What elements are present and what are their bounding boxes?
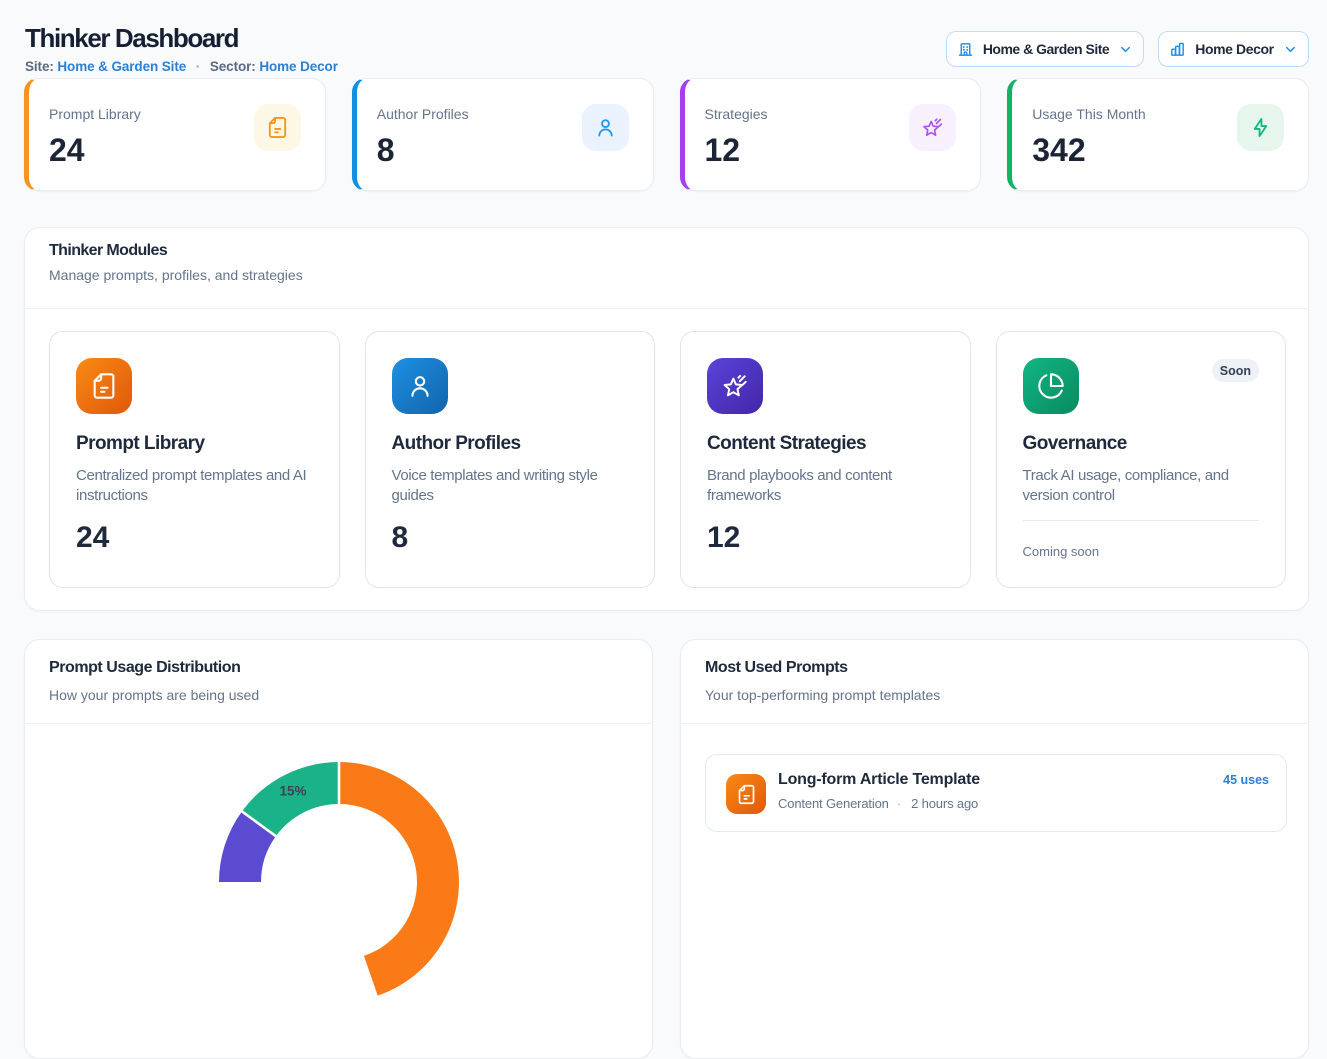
- svg-text:15%: 15%: [279, 784, 306, 799]
